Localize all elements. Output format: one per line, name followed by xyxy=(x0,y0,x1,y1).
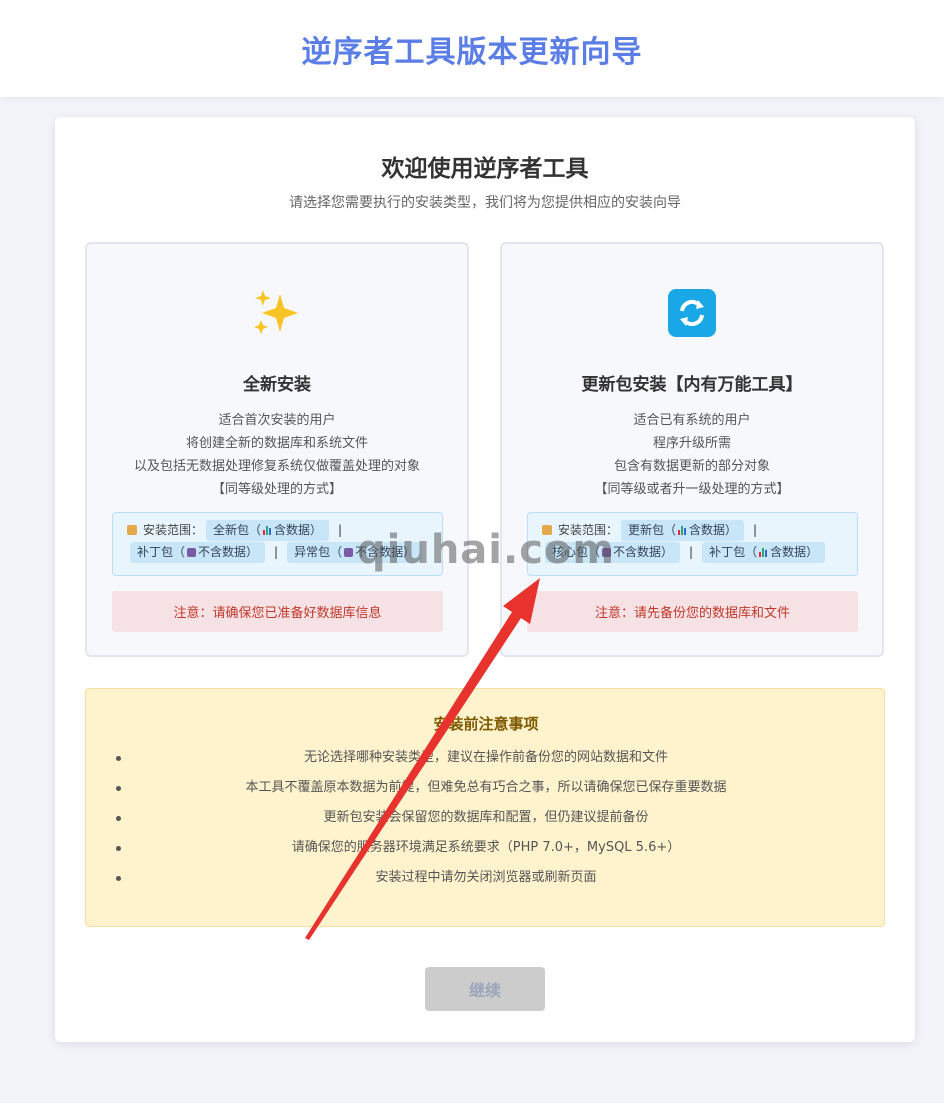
desc-line: 【同等级处理的方式】 xyxy=(211,482,342,497)
list-item: 安装过程中请勿关闭浏览器或刷新页面 xyxy=(86,866,886,896)
package-icon xyxy=(127,525,137,535)
sparkles-icon xyxy=(87,286,467,340)
option-description: 适合已有系统的用户 程序升级所需 包含有数据更新的部分对象 【同等级或者升一级处… xyxy=(502,409,882,501)
scope-tag: 补丁包（ 不含数据） xyxy=(130,541,266,563)
list-item: 更新包安装会保留您的数据库和配置，但仍建议提前备份 xyxy=(86,806,886,836)
desc-line: 包含有数据更新的部分对象 xyxy=(613,459,770,474)
desc-line: 【同等级或者升一级处理的方式】 xyxy=(594,482,790,497)
header: 逆序者工具版本更新向导 xyxy=(0,0,944,97)
scope-tag: 更新包（ 含数据） xyxy=(621,519,745,541)
bullet-icon xyxy=(116,816,121,821)
separator: | xyxy=(338,523,343,537)
option-title: 全新安装 xyxy=(243,375,311,395)
bullet-icon xyxy=(116,846,121,851)
refresh-icon xyxy=(502,286,882,340)
precautions-list: 无论选择哪种安装类型，建议在操作前备份您的网站数据和文件 本工具不覆盖原本数据为… xyxy=(86,746,886,896)
warning-note: 注意：请确保您已准备好数据库信息 xyxy=(112,591,443,632)
thumbs-down-icon xyxy=(344,547,354,557)
welcome-title: 欢迎使用逆序者工具 xyxy=(381,156,589,182)
thumbs-down-icon xyxy=(187,547,197,557)
scope-tag: 全新包（ 含数据） xyxy=(206,519,330,541)
scope-tag: 补丁包（ 含数据） xyxy=(702,541,826,563)
chart-icon xyxy=(678,525,687,535)
separator: | xyxy=(689,545,694,559)
bullet-icon xyxy=(116,786,121,791)
watermark: qiuhai.com xyxy=(357,527,616,573)
option-title: 更新包安装【内有万能工具】 xyxy=(581,375,803,395)
precautions-title: 安装前注意事项 xyxy=(433,715,539,733)
desc-line: 程序升级所需 xyxy=(652,436,731,451)
chart-icon xyxy=(263,525,272,535)
option-description: 适合首次安装的用户 将创建全新的数据库和系统文件 以及包括无数据处理修复系统仅做… xyxy=(87,409,467,501)
desc-line: 以及包括无数据处理修复系统仅做覆盖处理的对象 xyxy=(133,459,420,474)
warning-note: 注意：请先备份您的数据库和文件 xyxy=(527,591,858,632)
desc-line: 适合已有系统的用户 xyxy=(633,413,751,428)
chart-icon xyxy=(759,547,768,557)
welcome-subtitle: 请选择您需要执行的安装类型，我们将为您提供相应的安装向导 xyxy=(289,195,681,211)
page-title: 逆序者工具版本更新向导 xyxy=(301,34,643,70)
separator: | xyxy=(274,545,279,559)
list-item: 无论选择哪种安装类型，建议在操作前备份您的网站数据和文件 xyxy=(86,746,886,776)
desc-line: 将创建全新的数据库和系统文件 xyxy=(185,436,368,451)
bullet-icon xyxy=(116,756,121,761)
option-update-install[interactable]: 更新包安装【内有万能工具】 适合已有系统的用户 程序升级所需 包含有数据更新的部… xyxy=(500,242,884,657)
wizard-card: 欢迎使用逆序者工具 请选择您需要执行的安装类型，我们将为您提供相应的安装向导 全… xyxy=(55,117,915,1042)
option-fresh-install[interactable]: 全新安装 适合首次安装的用户 将创建全新的数据库和系统文件 以及包括无数据处理修… xyxy=(85,242,469,657)
continue-button[interactable]: 继续 xyxy=(425,967,545,1011)
desc-line: 适合首次安装的用户 xyxy=(218,413,336,428)
bullet-icon xyxy=(116,876,121,881)
list-item: 请确保您的服务器环境满足系统要求（PHP 7.0+，MySQL 5.6+） xyxy=(86,836,886,866)
precautions-box: 安装前注意事项 无论选择哪种安装类型，建议在操作前备份您的网站数据和文件 本工具… xyxy=(85,688,885,927)
list-item: 本工具不覆盖原本数据为前提，但难免总有巧合之事，所以请确保您已保存重要数据 xyxy=(86,776,886,806)
separator: | xyxy=(753,523,758,537)
scope-label: 安装范围： xyxy=(143,523,204,537)
